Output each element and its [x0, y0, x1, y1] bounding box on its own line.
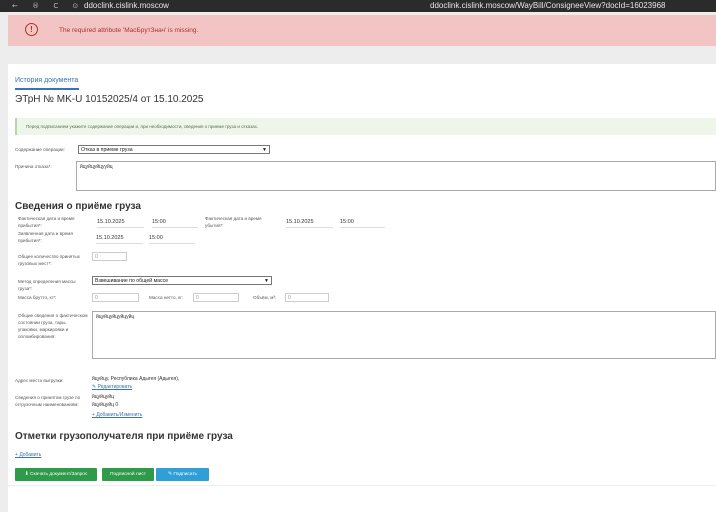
operation-selected: Отказ в приеме груза [81, 147, 133, 153]
actual-arrival-date[interactable]: 15.10.2025 [97, 218, 144, 228]
method-label: Метод определения массы груза*: [18, 279, 76, 291]
net-label: Масса нетто, кг: [149, 295, 184, 300]
tab-document-history[interactable]: История документа [15, 77, 78, 84]
volume-label: Объём, м³: [253, 295, 277, 300]
error-alert: ! The required attribute 'МасБрутЗнач' i… [8, 15, 716, 46]
condition-textarea[interactable]: йцуйцуйцуйцуйц [92, 311, 716, 359]
sign-list-button[interactable]: Подписной лист [102, 468, 154, 481]
operation-label: Содержание операции: [15, 147, 65, 152]
pen-icon: ✎ [167, 472, 172, 477]
accepted-cargo-line1: йцуйцуйц [92, 394, 114, 400]
add-change-link-text: Добавить/Изменить [96, 412, 143, 418]
add-change-link[interactable]: + Добавить/Изменить [92, 412, 142, 418]
gross-input[interactable]: 0 [92, 293, 139, 302]
actual-departure-time[interactable]: 15:00 [340, 218, 385, 228]
divider [8, 485, 716, 486]
planned-arrival-time[interactable]: 15:00 [149, 234, 195, 244]
actual-arrival-label: Фактическая дата и время прибытия*: [18, 216, 75, 228]
edit-address-link[interactable]: ✎ Редактировать [92, 384, 132, 390]
unload-address-value: йцуйцу, Республика Адыгея (Адыгея), [92, 376, 180, 382]
chevron-down-icon: ▼ [264, 278, 269, 284]
method-select[interactable]: Взвешивание по общей массе ▼ [92, 276, 272, 285]
browser-bar: ← ® C ⊙ ddoclink.cislink.moscow ddoclink… [0, 0, 716, 12]
sign-button[interactable]: ✎ Подписать [156, 468, 209, 481]
tab-underline [15, 88, 79, 90]
net-input[interactable]: 0 [193, 293, 239, 302]
actual-departure-label: Фактическая дата и время убытия*: [205, 216, 262, 228]
add-mark-link-text: Добавить [19, 452, 42, 458]
gross-label: Масса брутто, кг*: [18, 295, 57, 300]
sign-button-label: Подписать [173, 472, 198, 477]
places-input[interactable]: 0 [92, 252, 127, 261]
planned-arrival-date[interactable]: 15.10.2025 [96, 234, 143, 244]
add-mark-link[interactable]: + Добавить [15, 452, 41, 458]
alert-icon: ! [25, 23, 38, 36]
places-label: Общее количество принятых грузовых мест*… [18, 254, 80, 266]
document-panel: История документа ЭТрН № MK-U 10152025/4… [8, 64, 716, 512]
accepted-cargo-label: Сведения о принятом грузе по отгрузочным… [15, 395, 81, 407]
reason-textarea[interactable]: йцуйцуйцууйц [76, 161, 716, 191]
download-button-label: Скачать документ/Запрос [30, 472, 88, 477]
method-selected: Взвешивание по общей массе [95, 278, 169, 284]
page-title: ЭТрН № MK-U 10152025/4 от 15.10.2025 [15, 94, 204, 105]
plus-icon: + [15, 452, 18, 458]
info-note: Перед подписанием укажите содержание опе… [15, 118, 716, 135]
browser-host: ddoclink.cislink.moscow [84, 1, 169, 10]
unload-address-label: Адрес места выгрузки: [15, 378, 64, 383]
browser-nav-icons[interactable]: ← ® C ⊙ [12, 0, 84, 12]
volume-input[interactable]: 0 [285, 293, 329, 302]
chevron-down-icon: ▼ [262, 147, 267, 153]
edit-address-link-text: Редактировать [97, 384, 133, 390]
download-icon: ⬇ [24, 472, 29, 477]
actual-departure-date[interactable]: 15.10.2025 [286, 218, 333, 228]
marks-title: Отметки грузополучателя при приёме груза [15, 431, 233, 442]
download-document-button[interactable]: ⬇ Скачать документ/Запрос [15, 468, 97, 481]
planned-arrival-label: Заявленная дата и время прибытия*: [18, 231, 73, 243]
reason-label: Причина отказа*: [15, 164, 52, 169]
info-note-text: Перед подписанием укажите содержание опе… [26, 124, 259, 129]
pencil-icon: ✎ [92, 384, 97, 390]
browser-url[interactable]: ddoclink.cislink.moscow/WayBill/Consigne… [430, 0, 665, 12]
accepted-cargo-line2: йцуйцуйц 0 [92, 402, 119, 408]
alert-message: The required attribute 'МасБрутЗнач' is … [59, 27, 199, 34]
plus-icon: + [92, 412, 95, 418]
condition-label: Общие сведения о фактическом состоянии г… [18, 313, 88, 339]
actual-arrival-time[interactable]: 15:00 [152, 218, 198, 228]
section-title-cargo: Сведения о приёме груза [15, 201, 141, 212]
operation-select[interactable]: Отказ в приеме груза ▼ [78, 145, 270, 154]
